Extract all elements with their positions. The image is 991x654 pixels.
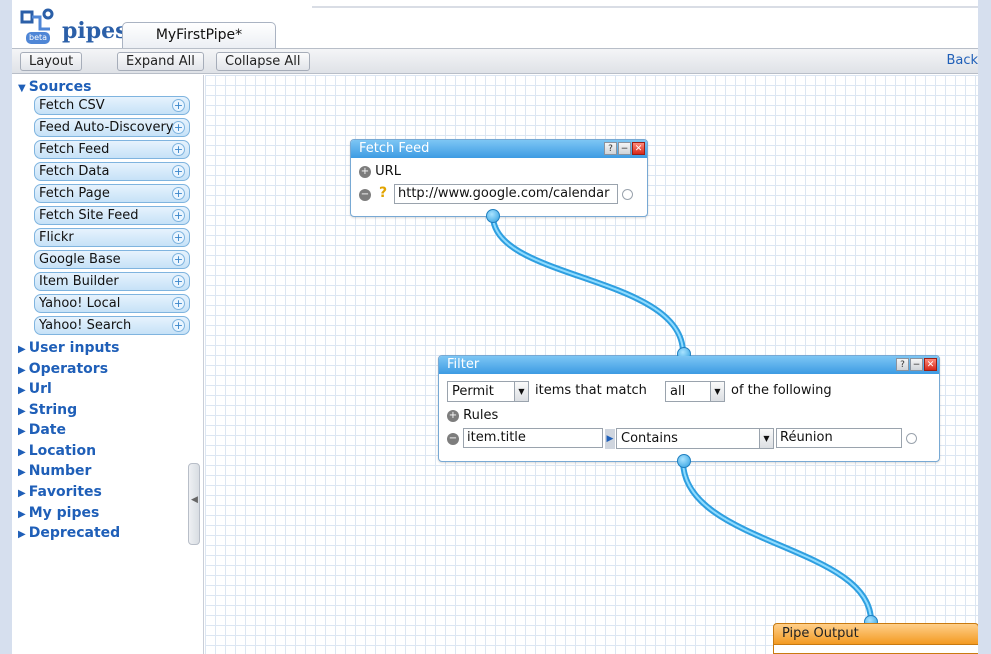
remove-rule-minus-icon[interactable]: − [447, 433, 459, 445]
add-plus-icon[interactable]: + [172, 143, 185, 156]
tab-myfirstpipe[interactable]: MyFirstPipe* [122, 22, 276, 48]
category-my-pipes[interactable]: ▶ My pipes [18, 505, 99, 521]
collapsed-arrow-icon: ▶ [18, 385, 26, 396]
field-picker-arrow-icon[interactable]: ▶ [605, 429, 615, 449]
toolbar: Layout Expand All Collapse All Back [12, 48, 978, 74]
category-date[interactable]: ▶ Date [18, 422, 66, 438]
remove-url-minus-icon[interactable]: − [359, 189, 371, 201]
fetch-feed-module[interactable]: Fetch Feed ? − ✕ + URL − ? http://www.go… [350, 139, 648, 223]
header: beta pipes MyFirstPipe* [12, 0, 978, 48]
collapse-left-icon: ◀ [191, 495, 198, 505]
pipe-output-body [773, 645, 978, 654]
add-plus-icon[interactable]: + [172, 253, 185, 266]
category-deprecated[interactable]: ▶ Deprecated [18, 525, 120, 541]
header-topline [312, 6, 978, 8]
pipe-output-module[interactable]: Pipe Output [773, 623, 978, 645]
minimize-icon[interactable]: − [618, 142, 631, 155]
add-plus-icon[interactable]: + [172, 209, 185, 222]
source-yahoo-local[interactable]: Yahoo! Local + [34, 294, 190, 313]
pipes-editor: beta pipes MyFirstPipe* Layout Expand Al… [12, 0, 978, 654]
items-match-text: items that match [535, 383, 647, 398]
help-icon[interactable]: ? [604, 142, 617, 155]
pipe-canvas[interactable]: Fetch Feed ? − ✕ + URL − ? http://www.go… [205, 75, 978, 654]
close-icon[interactable]: ✕ [924, 358, 937, 371]
dropdown-arrow-icon: ▼ [710, 382, 724, 401]
source-feed-auto-discovery[interactable]: Feed Auto-Discovery + [34, 118, 190, 137]
match-all-any-select[interactable]: all ▼ [665, 381, 725, 402]
add-plus-icon[interactable]: + [172, 187, 185, 200]
add-url-plus-icon[interactable]: + [359, 165, 371, 178]
fetch-feed-title[interactable]: Fetch Feed ? − ✕ [351, 140, 647, 158]
source-fetch-csv[interactable]: Fetch CSV + [34, 96, 190, 115]
category-number[interactable]: ▶ Number [18, 463, 91, 479]
wire-fetch-to-filter [490, 213, 686, 356]
minimize-icon[interactable]: − [910, 358, 923, 371]
collapsed-arrow-icon: ▶ [18, 426, 26, 437]
url-section: + URL [359, 164, 401, 179]
of-following-text: of the following [731, 383, 832, 398]
add-plus-icon[interactable]: + [172, 319, 185, 332]
url-input[interactable]: http://www.google.com/calendar [394, 184, 618, 204]
add-plus-icon[interactable]: + [172, 275, 185, 288]
help-icon[interactable]: ? [896, 358, 909, 371]
collapsed-arrow-icon: ▶ [18, 488, 26, 499]
add-plus-icon[interactable]: + [172, 99, 185, 112]
back-link[interactable]: Back [946, 53, 978, 68]
rule-value-input[interactable]: Réunion [776, 428, 902, 448]
collapsed-arrow-icon: ▶ [18, 529, 26, 540]
category-operators[interactable]: ▶ Operators [18, 361, 108, 377]
rules-section: + Rules [447, 408, 498, 423]
wire-filter-to-output [680, 458, 874, 624]
category-string[interactable]: ▶ String [18, 402, 77, 418]
collapse-all-button[interactable]: Collapse All [216, 52, 310, 71]
logo-text: pipes [62, 18, 128, 44]
url-label: URL [375, 164, 401, 179]
fetch-feed-output-port[interactable] [486, 209, 500, 223]
source-flickr[interactable]: Flickr + [34, 228, 190, 247]
category-user-inputs[interactable]: ▶ User inputs [18, 340, 119, 356]
add-rule-plus-icon[interactable]: + [447, 409, 459, 422]
close-icon[interactable]: ✕ [632, 142, 645, 155]
source-fetch-page[interactable]: Fetch Page + [34, 184, 190, 203]
collapsed-arrow-icon: ▶ [18, 467, 26, 478]
filter-output-port[interactable] [677, 454, 691, 468]
collapsed-arrow-icon: ▶ [18, 365, 26, 376]
filter-module[interactable]: Filter ? − ✕ Permit ▼ items that match al… [438, 347, 940, 468]
category-location[interactable]: ▶ Location [18, 443, 96, 459]
module-library: ▼ Sources Fetch CSV + Feed Auto-Discovery +… [12, 75, 204, 654]
category-favorites[interactable]: ▶ Favorites [18, 484, 102, 500]
collapsed-arrow-icon: ▶ [18, 509, 26, 520]
sidebar-collapse-handle[interactable]: ◀ [188, 463, 200, 545]
add-plus-icon[interactable]: + [172, 297, 185, 310]
url-terminal[interactable] [622, 189, 633, 200]
rule-field-input[interactable]: item.title [463, 428, 603, 448]
source-google-base[interactable]: Google Base + [34, 250, 190, 269]
add-plus-icon[interactable]: + [172, 121, 185, 134]
collapsed-arrow-icon: ▶ [18, 447, 26, 458]
source-fetch-data[interactable]: Fetch Data + [34, 162, 190, 181]
question-icon[interactable]: ? [379, 185, 387, 201]
dropdown-arrow-icon: ▼ [514, 382, 528, 401]
collapsed-arrow-icon: ▶ [18, 406, 26, 417]
rules-label: Rules [463, 408, 499, 423]
category-url[interactable]: ▶ Url [18, 381, 52, 397]
beta-badge: beta [26, 32, 51, 44]
dropdown-arrow-icon: ▼ [759, 429, 773, 448]
source-fetch-feed[interactable]: Fetch Feed + [34, 140, 190, 159]
add-plus-icon[interactable]: + [172, 165, 185, 178]
source-fetch-site-feed[interactable]: Fetch Site Feed + [34, 206, 190, 225]
source-yahoo-search[interactable]: Yahoo! Search + [34, 316, 190, 335]
pipes-logo[interactable]: beta pipes [18, 8, 138, 46]
permit-block-select[interactable]: Permit ▼ [447, 381, 529, 402]
source-item-builder[interactable]: Item Builder + [34, 272, 190, 291]
filter-title[interactable]: Filter ? − ✕ [439, 356, 939, 374]
add-plus-icon[interactable]: + [172, 231, 185, 244]
layout-button[interactable]: Layout [20, 52, 83, 71]
collapsed-arrow-icon: ▶ [18, 344, 26, 355]
rule-operator-select[interactable]: Contains ▼ [616, 428, 774, 449]
expanded-arrow-icon: ▼ [18, 83, 26, 94]
category-sources[interactable]: ▼ Sources [18, 79, 91, 95]
rule-value-terminal[interactable] [906, 433, 917, 444]
expand-all-button[interactable]: Expand All [117, 52, 204, 71]
